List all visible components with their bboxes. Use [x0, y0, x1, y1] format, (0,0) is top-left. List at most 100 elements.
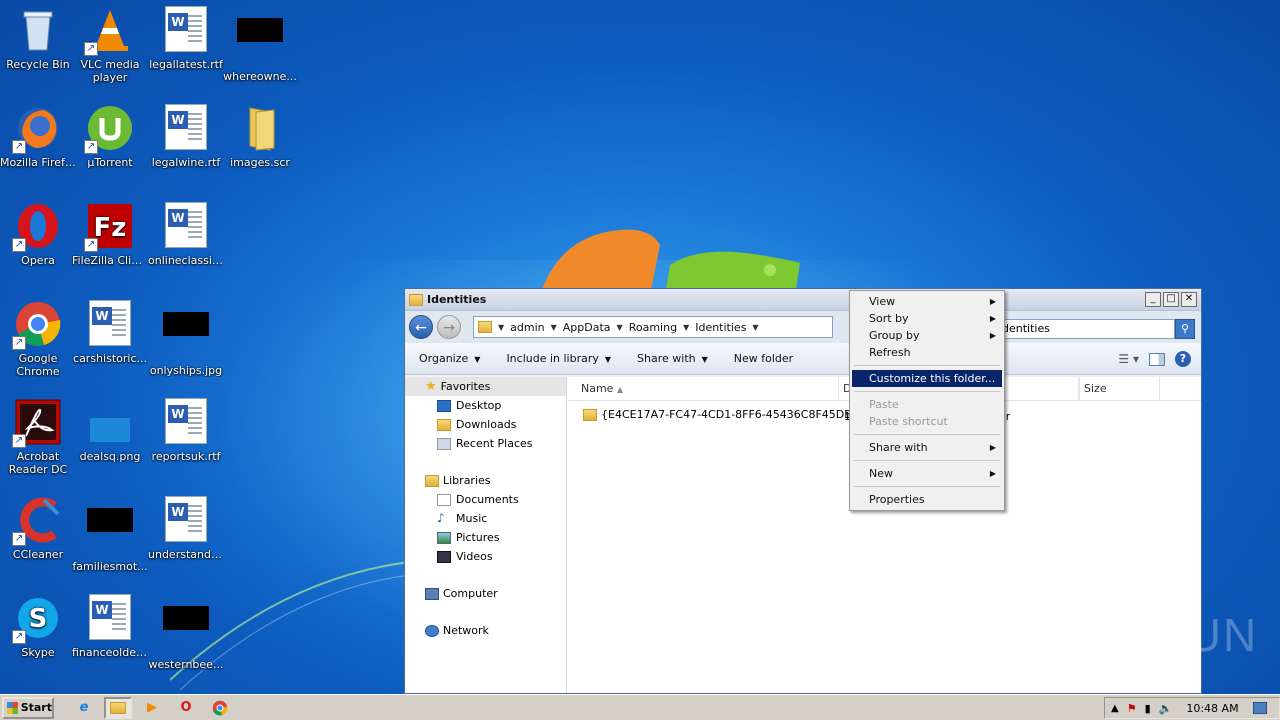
- desktop-icon-legalwine[interactable]: W legalwine.rtf: [148, 104, 224, 169]
- show-desktop-button[interactable]: [1252, 702, 1267, 714]
- chevron-down-icon[interactable]: ▼: [551, 323, 557, 332]
- minimize-button[interactable]: _: [1145, 292, 1161, 307]
- desktop-icon-onlineclassic[interactable]: W onlineclassic...: [148, 202, 224, 267]
- nav-desktop[interactable]: Desktop: [405, 396, 566, 415]
- show-hidden-icons-icon[interactable]: ▲: [1111, 703, 1119, 714]
- column-header-name[interactable]: Name ▲: [567, 377, 839, 400]
- maximize-button[interactable]: □: [1163, 292, 1179, 307]
- help-icon[interactable]: ?: [1175, 351, 1191, 367]
- menu-item-view[interactable]: View ▶: [852, 293, 1002, 310]
- desktop-icon-acrobat[interactable]: ↗ Acrobat Reader DC: [0, 398, 76, 476]
- shortcut-arrow-icon: ↗: [12, 336, 26, 350]
- desktop-icon-chrome[interactable]: ↗ Google Chrome: [0, 300, 76, 378]
- back-arrow-icon[interactable]: ←: [409, 315, 433, 339]
- desktop-icon-recycle-bin[interactable]: Recycle Bin: [0, 6, 76, 71]
- nav-favorites[interactable]: ★ Favorites: [405, 377, 566, 396]
- desktop-icon-skype[interactable]: S ↗ Skype: [0, 594, 76, 659]
- nav-network[interactable]: Network: [405, 621, 566, 640]
- nav-libraries[interactable]: Libraries: [405, 471, 566, 490]
- nav-videos[interactable]: Videos: [405, 547, 566, 566]
- desktop-icon-carshistoric[interactable]: W carshistoric...: [72, 300, 148, 365]
- desktop-icon-understandi[interactable]: W understandi...: [148, 496, 224, 561]
- nav-downloads[interactable]: Downloads: [405, 415, 566, 434]
- word-document-icon: W: [162, 6, 210, 54]
- chrome-icon: ↗: [12, 300, 62, 350]
- menu-item-share-with[interactable]: Share with ▶: [852, 439, 1002, 456]
- desktop-icon-firefox[interactable]: ↗ Mozilla Firefox: [0, 104, 76, 169]
- menu-item-refresh[interactable]: Refresh: [852, 344, 1002, 361]
- taskbar-ie-icon[interactable]: e: [70, 697, 98, 719]
- preview-pane-icon[interactable]: [1149, 352, 1165, 366]
- nav-pictures[interactable]: Pictures: [405, 528, 566, 547]
- nav-computer[interactable]: Computer: [405, 584, 566, 603]
- desktop-icon-ccleaner[interactable]: ↗ CCleaner: [0, 496, 76, 561]
- search-input[interactable]: dentities: [999, 319, 1175, 339]
- desktop-icon-reportsuk[interactable]: W reportsuk.rtf: [148, 398, 224, 463]
- breadcrumb-admin[interactable]: admin: [510, 321, 544, 334]
- menu-separator: [854, 486, 1000, 487]
- shortcut-arrow-icon: ↗: [12, 238, 26, 252]
- desktop-icon-vlc[interactable]: ↗ VLC media player: [72, 6, 148, 84]
- nav-label: Music: [456, 512, 488, 525]
- window-titlebar[interactable]: Identities _ □ ✕: [405, 289, 1201, 311]
- sort-arrow-icon: ▲: [616, 385, 624, 394]
- command-toolbar: Organize ▼ Include in library ▼ Share with…: [405, 343, 1201, 375]
- breadcrumb-identities[interactable]: Identities: [695, 321, 746, 334]
- chevron-down-icon[interactable]: ▼: [752, 323, 758, 332]
- clock[interactable]: 10:48 AM: [1186, 702, 1238, 715]
- desktop-icon-images-scr[interactable]: images.scr: [222, 104, 298, 169]
- nav-documents[interactable]: Documents: [405, 490, 566, 509]
- search-icon[interactable]: ⚲: [1175, 319, 1195, 339]
- menu-item-properties[interactable]: Properties: [852, 491, 1002, 508]
- include-in-library-button[interactable]: Include in library ▼: [506, 352, 611, 365]
- desktop-icon-onlyships[interactable]: onlyships.jpg: [148, 300, 224, 377]
- column-header-size[interactable]: Size: [1080, 377, 1160, 400]
- chevron-down-icon[interactable]: ▼: [617, 323, 623, 332]
- organize-button[interactable]: Organize ▼: [419, 352, 480, 365]
- volume-icon[interactable]: 🔈: [1159, 702, 1173, 715]
- share-with-button[interactable]: Share with ▼: [637, 352, 708, 365]
- breadcrumb-appdata[interactable]: AppData: [563, 321, 611, 334]
- desktop-icon-whereowne[interactable]: whereowne...: [222, 6, 298, 83]
- desktop-icon-financeolder[interactable]: W financeolder...: [72, 594, 148, 659]
- breadcrumb-roaming[interactable]: Roaming: [629, 321, 677, 334]
- taskbar-chrome-icon[interactable]: [206, 697, 234, 719]
- chevron-right-icon: ▶: [989, 443, 996, 452]
- desktop-icon-opera[interactable]: ↗ Opera: [0, 202, 76, 267]
- menu-item-sort-by[interactable]: Sort by ▶: [852, 310, 1002, 327]
- windows-logo-wallpaper: [540, 229, 800, 295]
- word-document-icon: W: [162, 104, 210, 152]
- address-bar[interactable]: ▼ admin ▼ AppData ▼ Roaming ▼ Identities…: [473, 316, 833, 338]
- taskbar-explorer-icon[interactable]: [104, 696, 132, 719]
- menu-item-new[interactable]: New ▶: [852, 465, 1002, 482]
- nav-recent-places[interactable]: Recent Places: [405, 434, 566, 453]
- taskbar-media-player-icon[interactable]: ▶: [138, 697, 166, 719]
- menu-item-paste: Paste: [869, 398, 899, 411]
- taskbar-opera-icon[interactable]: O: [172, 697, 200, 719]
- close-button[interactable]: ✕: [1181, 292, 1197, 307]
- chevron-down-icon: ▼: [604, 355, 612, 364]
- navigation-pane: ★ Favorites Desktop Downloads Recent Pla…: [405, 377, 567, 693]
- chevron-down-icon[interactable]: ▼: [683, 323, 689, 332]
- desktop-icon-legallatest[interactable]: W legallatest.rtf: [148, 6, 224, 71]
- system-tray: ▲ ⚑ ▮ 🔈 10:48 AM: [1104, 697, 1280, 719]
- desktop-icon-familiesmot[interactable]: familiesmot...: [72, 496, 148, 573]
- file-row[interactable]: {E4CE17A7-FC47-4CD1-8FF6-45436C8F45DB}: [583, 408, 859, 421]
- desktop-icon-filezilla[interactable]: Fz ↗ FileZilla Client: [72, 202, 148, 267]
- action-center-flag-icon[interactable]: ⚑: [1127, 702, 1137, 715]
- power-icon[interactable]: ▮: [1145, 702, 1151, 715]
- forward-arrow-icon[interactable]: →: [437, 315, 461, 339]
- menu-item-customize-folder[interactable]: Customize this folder...: [852, 370, 1002, 387]
- desktop-icon-dealsq[interactable]: dealsq.png: [72, 398, 148, 463]
- view-options-icon[interactable]: ☰ ▾: [1118, 352, 1139, 366]
- desktop-icon-label: Opera: [21, 254, 55, 267]
- desktop-icon-label: westernbee...: [148, 658, 224, 671]
- new-folder-button[interactable]: New folder: [734, 352, 793, 365]
- chevron-down-icon[interactable]: ▼: [498, 323, 504, 332]
- start-button[interactable]: Start: [2, 696, 54, 719]
- menu-item-group-by[interactable]: Group by ▶: [852, 327, 1002, 344]
- desktop-icon-utorrent[interactable]: ↗ µTorrent: [72, 104, 148, 169]
- desktop-icon-westernbee[interactable]: westernbee...: [148, 594, 224, 671]
- nav-music[interactable]: ♪ Music: [405, 509, 566, 528]
- file-name: {E4CE17A7-FC47-4CD1-8FF6-45436C8F45DB}: [601, 408, 859, 421]
